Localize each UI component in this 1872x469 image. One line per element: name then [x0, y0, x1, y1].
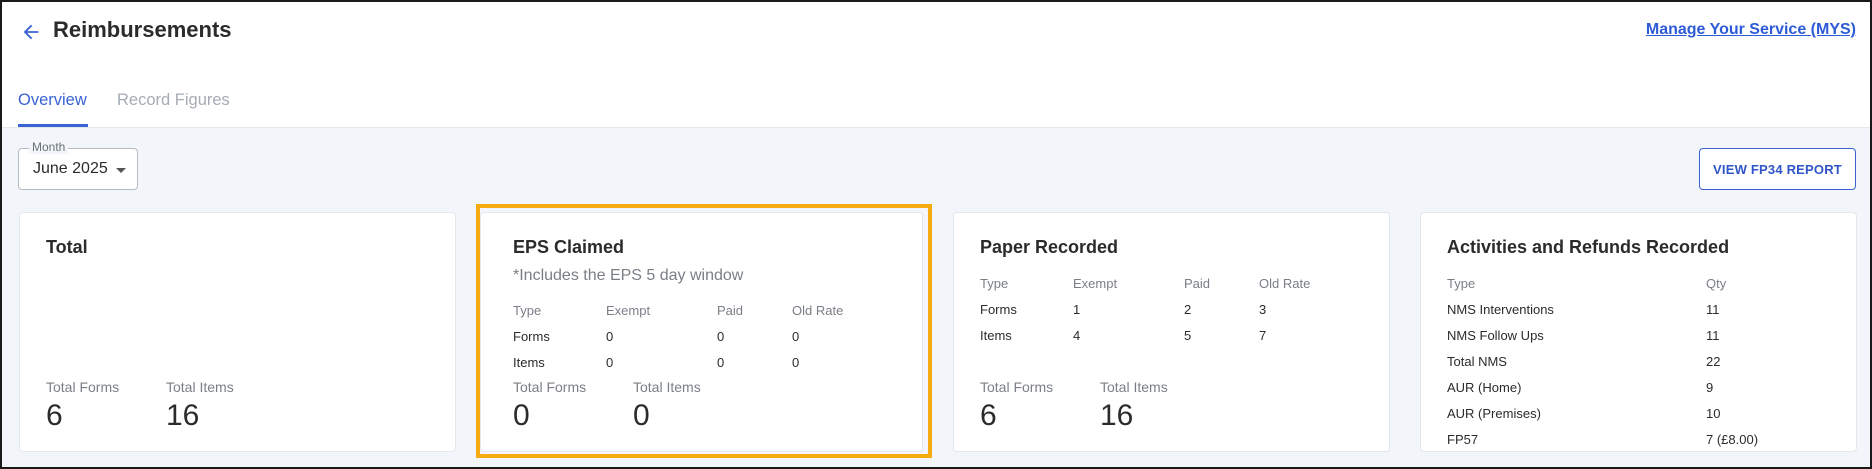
- month-select[interactable]: Month June 2025: [18, 140, 138, 190]
- total-items-value: 0: [633, 399, 650, 432]
- column-header-type: Type: [1447, 276, 1476, 291]
- table-cell: NMS Interventions: [1447, 302, 1554, 317]
- total-forms-value: 6: [980, 399, 997, 432]
- total-forms-label: Total Forms: [513, 379, 587, 395]
- overview-content: Month June 2025 VIEW FP34 REPORT Total T…: [2, 128, 1870, 467]
- card-title: Activities and Refunds Recorded: [1447, 237, 1730, 257]
- table-cell: 3: [1259, 302, 1267, 317]
- total-items-value: 16: [1100, 399, 1134, 432]
- table-cell: NMS Follow Ups: [1447, 328, 1544, 343]
- dropdown-caret-icon: [116, 168, 126, 173]
- card-paper-recorded: Paper Recorded Type Exempt Paid Old Rate…: [953, 212, 1390, 452]
- table-cell: 0: [606, 355, 614, 370]
- table-cell: 22: [1706, 354, 1721, 369]
- column-header-qty: Qty: [1706, 276, 1727, 291]
- column-header-exempt: Exempt: [1073, 276, 1118, 291]
- table-cell: 11: [1706, 328, 1720, 343]
- table-cell: Items: [980, 328, 1012, 343]
- column-header-type: Type: [513, 303, 542, 318]
- month-select-label: Month: [29, 140, 69, 154]
- table-cell: AUR (Home): [1447, 380, 1522, 395]
- table-cell: 0: [717, 329, 725, 344]
- card-activities-refunds: Activities and Refunds Recorded Type Qty…: [1420, 212, 1857, 452]
- table-cell: 0: [792, 329, 800, 344]
- back-arrow-icon[interactable]: [20, 21, 42, 43]
- total-forms-value: 0: [513, 399, 530, 432]
- card-title: Total: [46, 237, 88, 257]
- table-cell: 7: [1259, 328, 1267, 343]
- manage-your-service-link[interactable]: Manage Your Service (MYS): [1646, 21, 1856, 39]
- table-cell: Total NMS: [1447, 354, 1507, 369]
- column-header-old-rate: Old Rate: [1259, 276, 1311, 291]
- table-cell: 5: [1184, 328, 1192, 343]
- table-cell: 0: [717, 355, 725, 370]
- active-tab-indicator: [18, 124, 88, 127]
- table-cell: 11: [1706, 302, 1720, 317]
- table-cell: Items: [513, 355, 545, 370]
- table-cell: 2: [1184, 302, 1192, 317]
- table-cell: 10: [1706, 406, 1721, 421]
- card-total: Total Total Forms 6 Total Items 16: [19, 212, 456, 452]
- total-forms-label: Total Forms: [980, 379, 1054, 395]
- column-header-type: Type: [980, 276, 1009, 291]
- card-title: EPS Claimed: [513, 237, 625, 257]
- card-eps-claimed: EPS Claimed *Includes the EPS 5 day wind…: [480, 212, 923, 452]
- column-header-paid: Paid: [1184, 276, 1211, 291]
- total-forms-value: 6: [46, 399, 63, 432]
- page-title: Reimbursements: [53, 17, 232, 42]
- table-cell: 0: [606, 329, 614, 344]
- table-cell: AUR (Premises): [1447, 406, 1541, 421]
- total-items-label: Total Items: [633, 379, 701, 395]
- column-header-exempt: Exempt: [606, 303, 651, 318]
- table-cell: 0: [792, 355, 800, 370]
- table-cell: Forms: [513, 329, 550, 344]
- card-subtitle: *Includes the EPS 5 day window: [513, 267, 744, 284]
- tab-overview[interactable]: Overview: [18, 91, 87, 110]
- column-header-paid: Paid: [717, 303, 744, 318]
- tab-record-figures[interactable]: Record Figures: [117, 91, 230, 110]
- table-cell: Forms: [980, 302, 1017, 317]
- total-forms-label: Total Forms: [46, 379, 120, 395]
- table-cell: 9: [1706, 380, 1714, 395]
- column-header-old-rate: Old Rate: [792, 303, 844, 318]
- total-items-label: Total Items: [1100, 379, 1168, 395]
- view-fp34-report-button[interactable]: VIEW FP34 REPORT: [1699, 148, 1856, 190]
- month-select-value: June 2025: [33, 160, 108, 177]
- card-title: Paper Recorded: [980, 237, 1119, 257]
- table-cell: 1: [1073, 302, 1081, 317]
- table-cell: 4: [1073, 328, 1081, 343]
- table-cell: 7 (£8.00): [1706, 432, 1759, 447]
- page-header: Reimbursements Manage Your Service (MYS)…: [2, 2, 1870, 128]
- total-items-value: 16: [166, 399, 200, 432]
- total-items-label: Total Items: [166, 379, 234, 395]
- app-window: Reimbursements Manage Your Service (MYS)…: [0, 0, 1872, 469]
- table-cell: FP57: [1447, 432, 1479, 447]
